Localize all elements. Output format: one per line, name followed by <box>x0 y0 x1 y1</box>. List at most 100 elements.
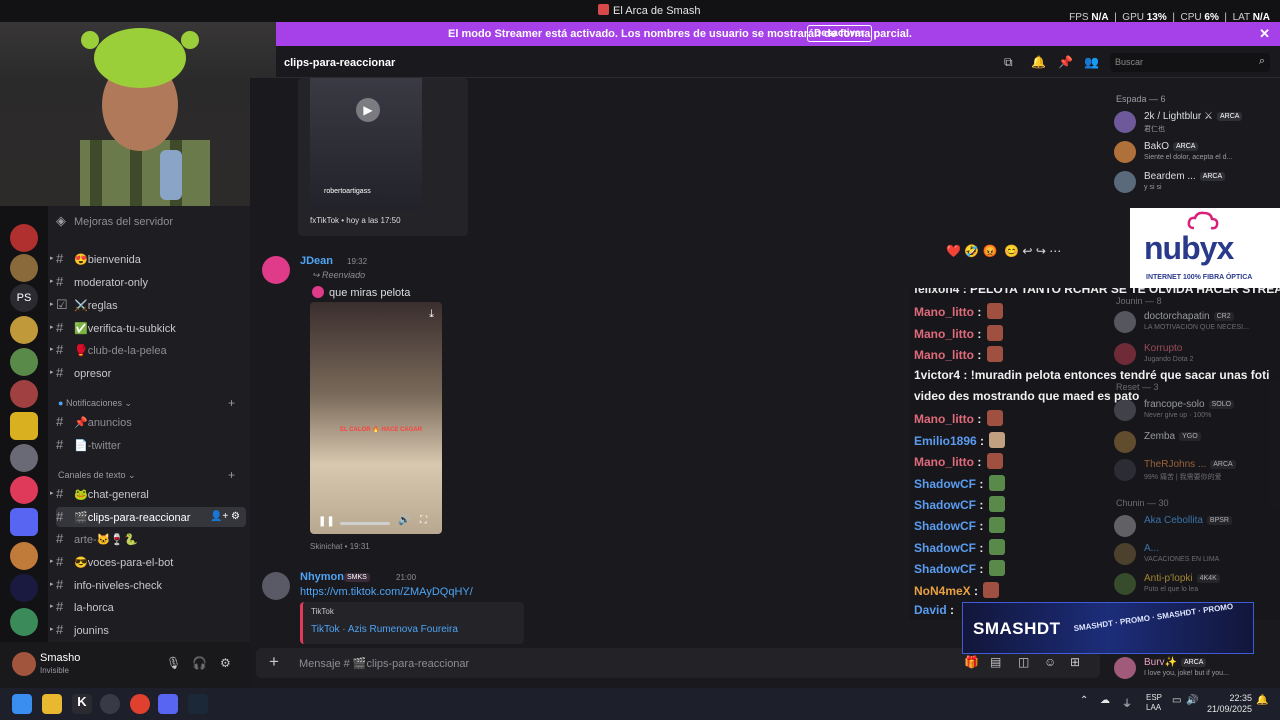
chrome-icon[interactable] <box>130 694 150 714</box>
channel-voces-para-el-bot[interactable]: ▸ # 😎voces-para-el-bot <box>50 552 246 572</box>
steam-icon[interactable] <box>188 694 208 714</box>
channel-opresor[interactable]: ▸ # opresor <box>50 363 246 383</box>
channel-info-niveles-check[interactable]: ▸ # info-niveles-check <box>50 575 246 595</box>
server-icon[interactable]: PS <box>10 284 38 312</box>
volume-icon[interactable]: 🔊 <box>398 515 410 526</box>
gif-icon[interactable]: ▤ <box>990 655 1001 669</box>
microphone-icon[interactable]: 🎙 <box>166 656 181 670</box>
video-progress-slider[interactable] <box>340 522 390 525</box>
obs-icon[interactable] <box>100 694 120 714</box>
threads-icon[interactable]: ⧉ <box>1004 55 1013 70</box>
channel-bienvenida[interactable]: ▸ # 😍bienvenida <box>50 249 246 269</box>
pause-icon[interactable]: ❚❚ <box>318 516 335 527</box>
expand-icon: ▸ <box>50 369 54 376</box>
server-boost-link[interactable]: ◈ Mejoras del servidor <box>56 211 246 231</box>
message-author[interactable]: JDean <box>300 255 333 267</box>
server-icon[interactable] <box>10 574 38 602</box>
emoji-icon[interactable]: ☺ <box>1044 655 1056 669</box>
server-icon[interactable] <box>10 608 38 636</box>
category-canales-de-texto[interactable]: Canales de texto ⌄ + <box>58 468 235 482</box>
user-status: Invisible <box>40 666 69 675</box>
forward-source: Skinichat • 19:31 <box>310 542 370 551</box>
notification-bell-icon[interactable]: 🔔 <box>1256 695 1268 706</box>
server-icon[interactable] <box>10 444 38 472</box>
play-icon[interactable]: ▶ <box>356 98 380 122</box>
attach-plus-icon[interactable]: + <box>269 652 279 672</box>
channel-clips-para-reaccionar[interactable]: # 🎬clips-para-reaccionar 👤+ ⚙ <box>56 507 246 527</box>
disable-streamer-mode-button[interactable]: Desactivar <box>807 25 872 42</box>
invite-settings-icons[interactable]: 👤+ ⚙ <box>210 507 240 527</box>
server-icon[interactable] <box>10 412 38 440</box>
server-icon[interactable] <box>10 224 38 252</box>
channel-anuncios[interactable]: # 📌anuncios <box>56 412 246 432</box>
server-icon[interactable] <box>10 348 38 376</box>
file-explorer-icon[interactable] <box>42 694 62 714</box>
tray-usb-icon[interactable]: ⏚ <box>1122 695 1132 710</box>
avatar[interactable] <box>262 572 290 600</box>
message-actions[interactable]: ❤️ 🤣 😡 😊 ↩ ↪ ⋯ <box>946 244 1061 258</box>
add-channel-icon[interactable]: + <box>228 468 235 482</box>
server-icon[interactable] <box>10 542 38 570</box>
member-item[interactable]: Beardem ... ARCA y si si <box>1112 168 1280 198</box>
channel-reglas[interactable]: ▸ ☑ ⚔️reglas <box>50 295 246 315</box>
server-icon[interactable] <box>10 380 38 408</box>
channel-arte[interactable]: # arte-🐱🍷🐍 <box>56 529 246 549</box>
app-k-icon[interactable]: K <box>72 694 92 714</box>
gear-icon[interactable]: ⚙ <box>220 656 231 670</box>
taskbar-clock[interactable]: 22:35 21/09/2025 <box>1207 693 1252 715</box>
channel-jounins[interactable]: ▸ # jounins <box>50 620 246 640</box>
video-player[interactable]: ⤓ EL CALOR 🔥 HACE CAGAR ❚❚ 🔊 ⛶ <box>310 302 442 534</box>
stream-chat-user: Mano_litto <box>914 455 974 470</box>
avatar[interactable] <box>12 652 36 676</box>
member-item[interactable]: Burv✨ ARCA I love you, joke! but if you... <box>1112 654 1280 684</box>
members-icon[interactable]: 👥 <box>1084 55 1099 69</box>
channel-twitter[interactable]: # 📄-twitter <box>56 435 246 455</box>
bell-icon[interactable]: 🔔 <box>1031 55 1046 69</box>
avatar[interactable] <box>262 256 290 284</box>
close-icon[interactable]: ✕ <box>1259 26 1270 42</box>
headphones-icon[interactable]: 🎧 <box>192 656 207 670</box>
embed-title[interactable]: TikTok · Azis Rumenova Foureira <box>311 624 458 635</box>
add-channel-icon[interactable]: + <box>228 396 235 410</box>
windows-start-icon[interactable] <box>12 694 32 714</box>
fullscreen-icon[interactable]: ⛶ <box>420 515 427 526</box>
network-icon[interactable]: ▭ <box>1172 695 1181 706</box>
search-input[interactable]: Buscar ⌕ <box>1110 53 1270 72</box>
download-icon[interactable]: ⤓ <box>429 308 434 321</box>
channel-verifica[interactable]: ▸ # ✅verifica-tu-subkick <box>50 318 246 338</box>
pin-icon[interactable]: 📌 <box>1058 55 1073 69</box>
channel-moderator-only[interactable]: ▸ # moderator-only <box>50 272 246 292</box>
emote-icon <box>986 303 1003 320</box>
channel-list: ◈ Mejoras del servidor ▸ # 😍bienvenida ▸ # mo… <box>48 206 250 642</box>
category-notificaciones[interactable]: ● Notificaciones ⌄ + <box>58 396 235 410</box>
apps-icon[interactable]: ⊞ <box>1070 655 1080 669</box>
expand-icon: ▸ <box>50 255 54 262</box>
message-author[interactable]: Nhymon <box>300 571 344 583</box>
volume-icon[interactable]: 🔊 <box>1186 695 1198 706</box>
channel-la-horca[interactable]: ▸ # la-horca <box>50 597 246 617</box>
tray-chevron-icon[interactable]: ⌃ <box>1080 695 1088 706</box>
discord-icon[interactable] <box>158 694 178 714</box>
server-icon[interactable] <box>10 316 38 344</box>
stream-chat-user: felixon4 <box>914 288 960 296</box>
server-icon[interactable] <box>10 254 38 282</box>
channel-club-de-la-pelea[interactable]: ▸ # 🥊club-de-la-pelea <box>50 340 246 360</box>
member-item[interactable]: 2k / Lightblur ⚔ ARCA 君仁也 <box>1112 108 1280 138</box>
streamer-webcam-image <box>80 28 210 206</box>
message-input[interactable]: Mensaje # 🎬clips-para-reaccionar <box>299 657 469 670</box>
folder-icon[interactable] <box>10 508 38 536</box>
stream-chat-line: ShadowCF : <box>914 538 1005 555</box>
sticker-icon[interactable]: ◫ <box>1018 655 1029 669</box>
server-icon[interactable] <box>10 476 38 504</box>
language-indicator[interactable]: ESP LAA <box>1146 693 1162 713</box>
channel-chat-general[interactable]: ▸ # 🐸chat-general <box>50 484 246 504</box>
gift-icon[interactable]: 🎁 <box>964 655 979 669</box>
video-thumbnail[interactable]: ▶ robertoartigass <box>310 78 422 210</box>
message-link[interactable]: https://vm.tiktok.com/ZMAyDQqHY/ <box>300 586 473 598</box>
hash-icon: # <box>56 251 64 266</box>
smashdt-promo-text: SMASHDT · PROMO · SMASHDT · PROMO <box>1073 601 1234 634</box>
emote-icon <box>983 581 1000 598</box>
tray-cloud-icon[interactable]: ☁ <box>1100 695 1110 706</box>
tiktok-embed: ▶ robertoartigass fxTikTok • hoy a las 1… <box>298 78 468 236</box>
member-item[interactable]: BakO ARCA Siente el dolor, acepta el d... <box>1112 138 1280 168</box>
